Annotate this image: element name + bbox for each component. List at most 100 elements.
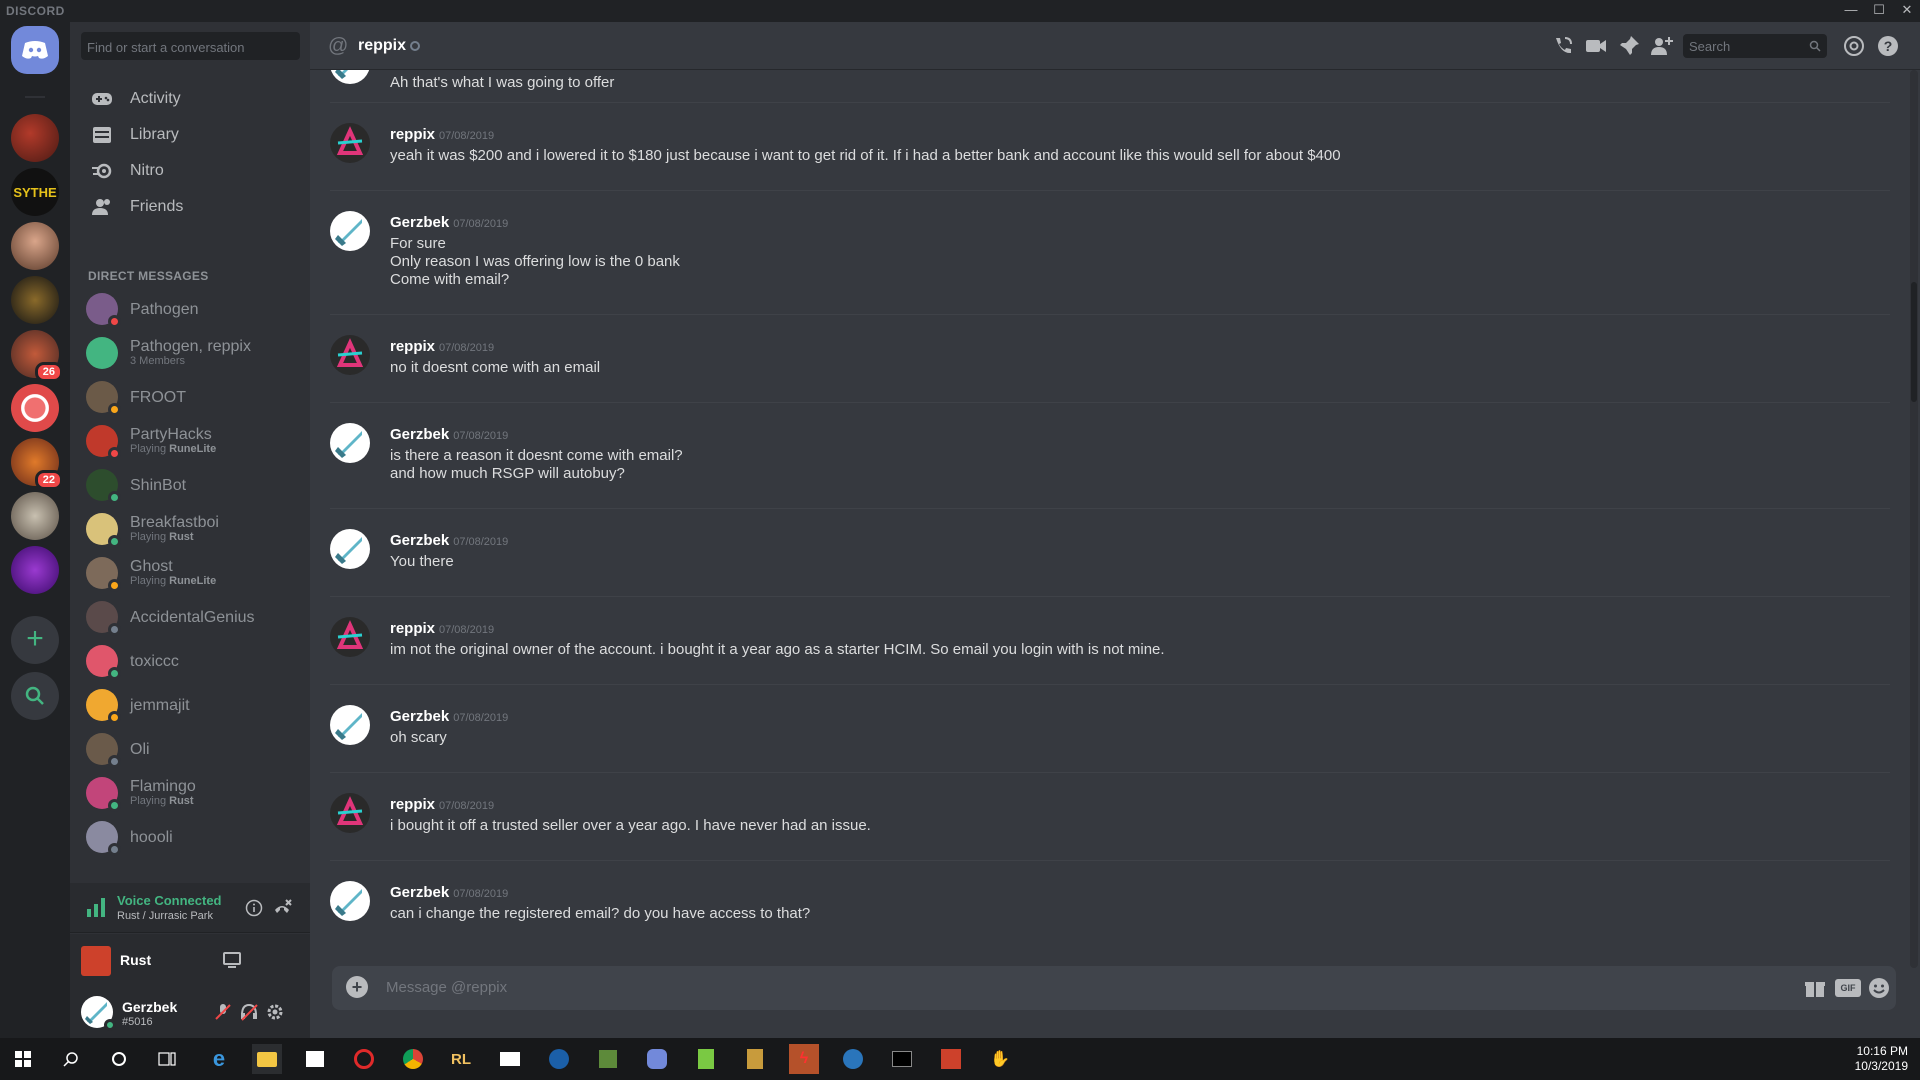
message-author[interactable]: reppix 07/08/2019 xyxy=(390,796,494,813)
cortana-icon[interactable] xyxy=(104,1044,134,1074)
server-icon[interactable]: 22 xyxy=(11,438,63,490)
message-group[interactable]: reppix 07/08/2019 no it doesnt come with a… xyxy=(330,314,1890,394)
dm-item[interactable]: Pathogen xyxy=(78,288,302,330)
close-icon[interactable]: ✕ xyxy=(1894,0,1920,22)
gerzbek-avatar[interactable] xyxy=(330,529,370,569)
store-icon[interactable] xyxy=(300,1044,330,1074)
minimize-icon[interactable]: — xyxy=(1838,0,1864,22)
gift-icon[interactable] xyxy=(1803,976,1827,1000)
dm-item[interactable]: AccidentalGenius xyxy=(78,596,302,638)
gerzbek-avatar[interactable] xyxy=(330,881,370,921)
dm-item[interactable]: jemmajit xyxy=(78,684,302,726)
upload-plus-icon[interactable]: + xyxy=(346,976,368,998)
add-friend-icon[interactable] xyxy=(1650,34,1674,58)
reppix-avatar[interactable] xyxy=(330,617,370,657)
reppix-avatar[interactable] xyxy=(330,335,370,375)
message-author[interactable]: Gerzbek 07/08/2019 xyxy=(390,214,508,231)
league-icon[interactable] xyxy=(740,1044,770,1074)
rust-taskbar-icon[interactable] xyxy=(936,1044,966,1074)
header-search-input[interactable]: Search xyxy=(1683,34,1827,58)
dm-item[interactable]: PartyHacks Playing RuneLite xyxy=(78,420,302,462)
pin-icon[interactable] xyxy=(1617,34,1641,58)
message-scrollbar-thumb[interactable] xyxy=(1911,282,1917,402)
terminal-icon[interactable] xyxy=(887,1044,917,1074)
video-call-icon[interactable] xyxy=(1584,34,1608,58)
nav-friends[interactable]: Friends xyxy=(78,186,302,228)
discord-taskbar-icon[interactable] xyxy=(642,1044,672,1074)
add-server-button[interactable]: + xyxy=(11,616,59,664)
message-author[interactable]: Gerzbek 07/08/2019 xyxy=(390,532,508,549)
hand-app-icon[interactable]: ✋ xyxy=(985,1044,1015,1074)
server-icon[interactable] xyxy=(11,492,59,540)
voice-call-icon[interactable] xyxy=(1551,34,1575,58)
minecraft-icon[interactable] xyxy=(593,1044,623,1074)
go-live-icon[interactable] xyxy=(222,950,242,970)
find-conversation-input[interactable]: Find or start a conversation xyxy=(81,32,300,60)
runelite-icon[interactable]: RL xyxy=(446,1044,476,1074)
task-view-icon[interactable] xyxy=(152,1044,182,1074)
system-clock[interactable]: 10:16 PM 10/3/2019 xyxy=(1855,1044,1908,1074)
file-explorer-icon[interactable] xyxy=(252,1044,282,1074)
message-author[interactable]: Gerzbek 07/08/2019 xyxy=(390,708,508,725)
message-group[interactable]: reppix 07/08/2019 i bought it off a truste… xyxy=(330,772,1890,852)
taskbar-search-icon[interactable] xyxy=(56,1044,86,1074)
message-group[interactable]: Gerzbek 07/08/2019 can i change the regist… xyxy=(330,860,1890,940)
windows-start-icon[interactable] xyxy=(8,1044,38,1074)
message-group[interactable]: reppix 07/08/2019 im not the original owne… xyxy=(330,596,1890,676)
disconnect-icon[interactable] xyxy=(272,898,292,918)
emoji-icon[interactable] xyxy=(1867,976,1891,1000)
dm-item[interactable]: ShinBot xyxy=(78,464,302,506)
server-icon-sythe[interactable]: SYTHE xyxy=(11,168,59,216)
message-input[interactable]: Message @reppix xyxy=(386,979,507,996)
message-scrollbar-track[interactable] xyxy=(1910,70,1918,968)
gerzbek-avatar[interactable] xyxy=(330,211,370,251)
server-icon[interactable] xyxy=(11,222,59,270)
message-group[interactable]: Ah that's what I was going to offer xyxy=(330,70,1890,100)
dm-item[interactable]: Pathogen, reppix 3 Members xyxy=(78,332,302,374)
dm-item[interactable]: Flamingo Playing Rust xyxy=(78,772,302,814)
dm-item[interactable]: toxiccc xyxy=(78,640,302,682)
dm-item[interactable]: hoooli xyxy=(78,816,302,858)
app-icon[interactable] xyxy=(349,1044,379,1074)
help-icon[interactable]: ? xyxy=(1876,34,1900,58)
edge-icon[interactable]: e xyxy=(204,1044,234,1074)
dm-item[interactable]: Oli xyxy=(78,728,302,770)
server-icon[interactable] xyxy=(11,384,59,432)
message-group[interactable]: Gerzbek 07/08/2019 oh scary xyxy=(330,684,1890,764)
server-icon[interactable]: 26 xyxy=(11,330,63,382)
chrome-icon[interactable] xyxy=(398,1044,428,1074)
gerzbek-avatar[interactable] xyxy=(330,705,370,745)
message-group[interactable]: Gerzbek 07/08/2019 You there xyxy=(330,508,1890,588)
mentions-icon[interactable] xyxy=(1842,34,1866,58)
message-author[interactable]: reppix 07/08/2019 xyxy=(390,620,494,637)
mail-icon[interactable] xyxy=(495,1044,525,1074)
steam-icon[interactable] xyxy=(838,1044,868,1074)
app-flash-icon[interactable]: ϟ xyxy=(789,1044,819,1074)
server-icon[interactable] xyxy=(11,276,59,324)
info-icon[interactable] xyxy=(245,899,263,917)
voice-channel-label[interactable]: Rust / Jurrasic Park xyxy=(117,910,213,922)
message-author[interactable]: reppix 07/08/2019 xyxy=(390,126,494,143)
message-group[interactable]: reppix 07/08/2019 yeah it was $200 and i l… xyxy=(330,102,1890,182)
notepad-icon[interactable] xyxy=(691,1044,721,1074)
reppix-avatar[interactable] xyxy=(330,123,370,163)
message-author[interactable]: reppix 07/08/2019 xyxy=(390,338,494,355)
message-author[interactable]: Gerzbek 07/08/2019 xyxy=(390,426,508,443)
deafen-icon[interactable] xyxy=(239,1002,259,1022)
dm-item[interactable]: Ghost Playing RuneLite xyxy=(78,552,302,594)
gerzbek-avatar[interactable] xyxy=(330,423,370,463)
message-author[interactable]: Gerzbek 07/08/2019 xyxy=(390,884,508,901)
dm-item[interactable]: Breakfastboi Playing Rust xyxy=(78,508,302,550)
steam-icon[interactable] xyxy=(544,1044,574,1074)
settings-gear-icon[interactable] xyxy=(265,1002,285,1022)
message-group[interactable]: Gerzbek 07/08/2019 is there a reason it do… xyxy=(330,402,1890,500)
mute-icon[interactable] xyxy=(213,1002,233,1022)
gif-button[interactable]: GIF xyxy=(1835,979,1861,997)
message-group[interactable]: Gerzbek 07/08/2019 For sure Only reason I w… xyxy=(330,190,1890,306)
dm-item[interactable]: FROOT xyxy=(78,376,302,418)
home-button[interactable] xyxy=(11,26,59,74)
explore-servers-button[interactable] xyxy=(11,672,59,720)
reppix-avatar[interactable] xyxy=(330,793,370,833)
gerzbek-avatar[interactable] xyxy=(330,70,370,84)
server-icon[interactable] xyxy=(11,546,59,594)
